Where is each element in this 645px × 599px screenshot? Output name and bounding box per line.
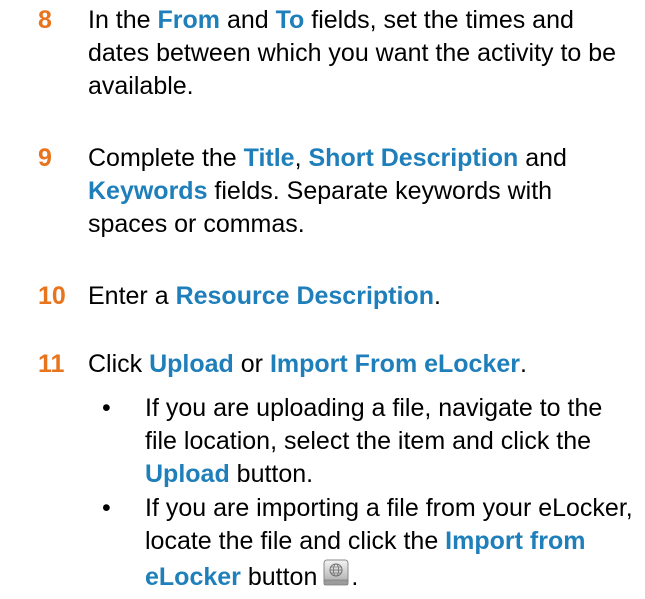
step-text: Complete the Title, Short Description an… (88, 144, 567, 238)
button-name-upload: Upload (145, 460, 230, 488)
bullet-marker: • (102, 394, 111, 422)
step-text: In the From and To fields, set the times… (88, 6, 617, 100)
step-number: 11 (38, 350, 65, 378)
step-text: Click Upload or Import From eLocker. (88, 350, 527, 378)
field-name-to: To (275, 6, 305, 34)
step-number: 10 (38, 282, 66, 310)
field-name-keywords: Keywords (88, 177, 208, 205)
field-name-resource-description: Resource Description (175, 282, 434, 310)
field-name-short-description: Short Description (308, 144, 519, 172)
step-text: Enter a Resource Description. (88, 282, 441, 310)
field-name-from: From (157, 6, 221, 34)
field-name-title: Title (243, 144, 295, 172)
globe-drive-icon (321, 558, 351, 588)
button-name-upload: Upload (149, 350, 234, 378)
step-number: 8 (38, 6, 52, 34)
button-name-import-from-elocker: Import From eLocker (269, 350, 521, 378)
step-number: 9 (38, 144, 52, 172)
bullet-text: If you are uploading a file, navigate to… (145, 394, 603, 488)
bullet-marker: • (102, 494, 111, 522)
bullet-text: If you are importing a file from your eL… (145, 494, 633, 591)
